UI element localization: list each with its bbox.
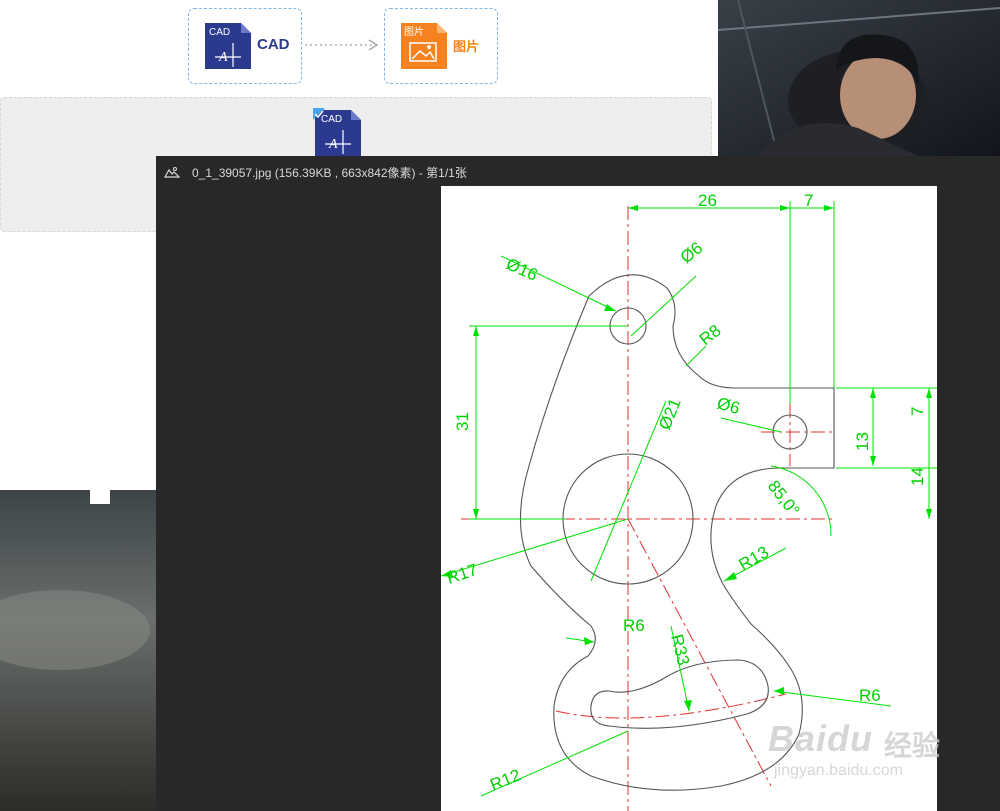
dim-dia21: Ø21 bbox=[655, 396, 685, 433]
webcam-video-overlay bbox=[718, 0, 1000, 156]
dim-angle: 85,0° bbox=[764, 477, 804, 520]
image-viewer-icon bbox=[164, 167, 180, 178]
dim-7-top: 7 bbox=[804, 191, 813, 210]
cad-file-badge: CAD bbox=[209, 27, 230, 38]
dim-r33: R33 bbox=[667, 632, 693, 667]
dim-dia6-right: Ø6 bbox=[715, 394, 742, 419]
conversion-arrow-icon bbox=[305, 39, 379, 51]
dim-13: 13 bbox=[853, 432, 872, 451]
svg-text:A: A bbox=[218, 50, 228, 65]
viewer-title-bar: 0_1_39057.jpg (156.39KB , 663x842像素) - 第… bbox=[164, 164, 467, 182]
dim-r12: R12 bbox=[487, 765, 523, 794]
source-format-label: CAD bbox=[257, 36, 290, 53]
svg-text:A: A bbox=[328, 137, 338, 152]
dim-7-right: 7 bbox=[908, 407, 927, 416]
dim-31: 31 bbox=[453, 412, 472, 431]
dim-r17: R17 bbox=[444, 560, 480, 588]
source-format-card[interactable]: CAD A CAD bbox=[188, 8, 302, 84]
uploaded-file-badge: CAD bbox=[321, 114, 342, 125]
cad-drawing-svg: 26 7 Ø16 Ø6 R8 Ø21 Ø6 31 7 13 14 85,0° R… bbox=[441, 191, 937, 811]
viewer-title-text: 0_1_39057.jpg (156.39KB , 663x842像素) - 第… bbox=[192, 166, 467, 180]
dim-14: 14 bbox=[908, 467, 927, 486]
dim-dia16: Ø16 bbox=[503, 254, 540, 284]
dim-dia6-top: Ø6 bbox=[677, 238, 707, 267]
target-format-label: 图片 bbox=[453, 39, 480, 54]
dim-r6-mid: R6 bbox=[623, 616, 645, 635]
cad-file-icon: CAD A bbox=[205, 23, 251, 69]
dim-r13: R13 bbox=[736, 542, 773, 574]
uploaded-cad-file-icon[interactable]: CAD A bbox=[313, 108, 365, 158]
cad-drawing-image: 26 7 Ø16 Ø6 R8 Ø21 Ø6 31 7 13 14 85,0° R… bbox=[441, 186, 937, 811]
video-background-left bbox=[0, 490, 156, 811]
image-file-icon: 图片 bbox=[401, 23, 447, 69]
dim-26: 26 bbox=[698, 191, 717, 210]
image-file-badge: 图片 bbox=[404, 25, 424, 38]
video-floor-image bbox=[0, 490, 156, 811]
dim-r8: R8 bbox=[696, 321, 725, 349]
image-viewer-window: 0_1_39057.jpg (156.39KB , 663x842像素) - 第… bbox=[156, 156, 1000, 811]
target-format-card[interactable]: 图片 图片 bbox=[384, 8, 498, 84]
webcam-person-image bbox=[718, 0, 1000, 156]
dim-r6-right: R6 bbox=[859, 686, 881, 705]
